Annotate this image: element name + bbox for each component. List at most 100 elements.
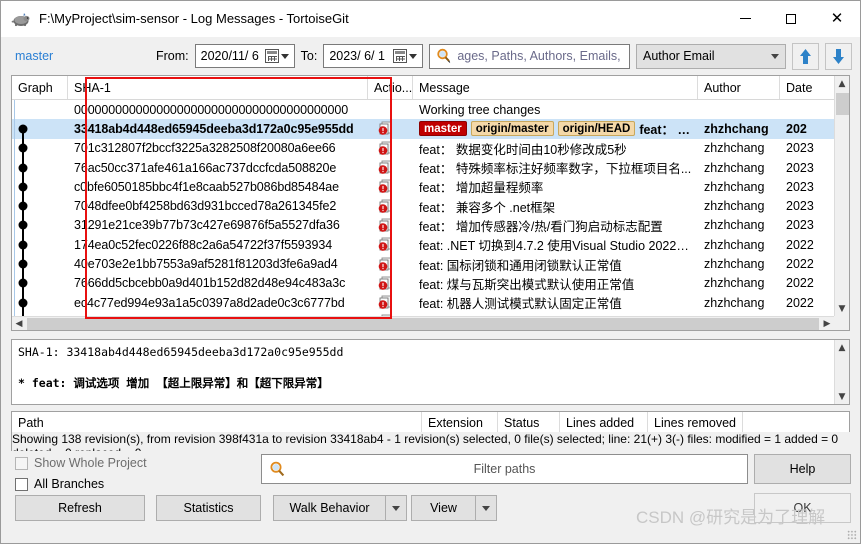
filter-paths-input[interactable]: Filter paths (261, 454, 748, 484)
cell-message: feat： 增加超量程频率 (413, 177, 698, 196)
scroll-down-button[interactable] (825, 42, 852, 70)
chevron-down-icon[interactable] (280, 53, 289, 59)
cell-message: feat: 机器人测试模式默认固定正常值 (413, 293, 698, 312)
cell-message: Working tree changes (413, 103, 698, 117)
search-input[interactable]: ages, Paths, Authors, Emails, (429, 43, 630, 69)
cell-message: feat： 兼容多个 .net框架 (413, 197, 698, 216)
modified-file-icon (378, 199, 392, 213)
all-branches-checkbox[interactable]: All Branches (15, 477, 104, 491)
graph-guide-line (14, 157, 15, 178)
scroll-right-arrow-icon[interactable]: ▶ (820, 317, 834, 331)
commit-detail-pane[interactable]: SHA-1: 33418ab4d448ed65945deeba3d172a0c9… (11, 339, 850, 405)
table-row[interactable]: 174ea0c52fec0226f88c2a6a54722f37f5593934… (12, 235, 849, 255)
commit-graph-cell (12, 292, 68, 313)
table-row[interactable]: 31291e21ce39b77b73c427e69876f5a5527dfa36… (12, 215, 849, 236)
commit-list-hscrollbar[interactable]: ◀ ▶ (12, 316, 834, 330)
minimize-button[interactable] (722, 1, 768, 37)
search-icon (436, 48, 452, 64)
commit-rows[interactable]: 0000000000000000000000000000000000000000… (12, 100, 849, 330)
graph-commit-node (18, 220, 28, 230)
modified-file-icon (378, 160, 392, 174)
close-button[interactable]: ✕ (814, 1, 860, 37)
commit-list-vscrollbar[interactable]: ▲ ▼ (834, 76, 849, 316)
cell-date: 2022 (786, 295, 814, 310)
from-date-value: 2020/11/ 6 (200, 49, 259, 63)
view-dropdown[interactable] (475, 495, 497, 521)
column-header-actions[interactable]: Actio... (368, 76, 413, 99)
column-header-author[interactable]: Author (698, 76, 780, 99)
table-row[interactable]: 7048dfee0bf4258bd63d931bcced78a261345fe2… (12, 196, 849, 216)
commit-message-text: feat： 增加超量程频率 (419, 181, 544, 196)
table-row[interactable]: 33418ab4d448ed65945deeba3d172a0c95e955dd… (12, 119, 849, 139)
cell-sha1: 33418ab4d448ed65945deeba3d172a0c95e955dd (74, 121, 354, 136)
refresh-button[interactable]: Refresh (15, 495, 145, 521)
column-header-graph[interactable]: Graph (12, 76, 68, 99)
detail-message-line: * feat: 调试选项 增加 【超上限异常】和【超下限异常】 (18, 376, 329, 390)
cell-author: zhzhchang (704, 199, 765, 214)
table-row[interactable]: ec4c77ed994e93a1a5c0397a8d2ade0c3c6777bd… (12, 292, 849, 313)
table-row[interactable]: 7666dd5cbcebb0a9d401b152d82d48e94c483a3c… (12, 273, 849, 293)
maximize-button[interactable] (768, 1, 814, 37)
commit-graph-cell (12, 100, 68, 120)
vscroll-thumb[interactable] (835, 93, 849, 115)
scroll-up-button[interactable] (792, 42, 819, 70)
cell-author: zhzhchang (704, 218, 765, 233)
column-header-lines-added[interactable]: Lines added (560, 412, 648, 434)
scroll-down-arrow-icon[interactable]: ▼ (835, 301, 850, 316)
column-header-lines-removed[interactable]: Lines removed (648, 412, 743, 434)
graph-commit-node (18, 163, 28, 173)
scroll-up-arrow-icon[interactable]: ▲ (835, 340, 850, 355)
table-row[interactable]: 701c312807f2bccf3225a3282508f20080a6ee66… (12, 138, 849, 158)
cell-message: feat: .NET 切换到4.7.2 使用Visual Studio 2022… (413, 235, 698, 254)
table-row[interactable]: 76ac50cc371afe461a166ac737dccfcda508820e… (12, 157, 849, 178)
to-date-input[interactable]: 2023/ 6/ 1 (323, 44, 424, 68)
scroll-down-arrow-icon[interactable]: ▼ (835, 389, 850, 404)
scroll-left-arrow-icon[interactable]: ◀ (12, 317, 26, 331)
hscroll-thumb[interactable] (27, 317, 819, 330)
commit-message-text: feat： 调... (639, 123, 698, 138)
statistics-button[interactable]: Statistics (156, 495, 261, 521)
graph-guide-line (14, 196, 15, 216)
view-button[interactable]: View (411, 495, 497, 521)
all-branches-label: All Branches (34, 477, 105, 491)
cell-sha1: 7048dfee0bf4258bd63d931bcced78a261345fe2 (74, 199, 337, 214)
commit-graph-cell (12, 177, 68, 197)
ref-tag-remote[interactable]: origin/HEAD (557, 121, 636, 137)
search-icon (269, 461, 286, 478)
table-row[interactable]: c0bfe6050185bbc4f1e8caab527b086bd85484ae… (12, 177, 849, 197)
column-header-date[interactable]: Date (780, 76, 820, 99)
column-header-message[interactable]: Message (413, 76, 698, 99)
checkbox-box (15, 477, 28, 491)
filter-mode-value: Author Email (643, 49, 715, 63)
table-row[interactable]: 40e703e2e1bb7553a9af5281f81203d3fe6a9ad4… (12, 254, 849, 274)
walk-behavior-dropdown[interactable] (385, 495, 407, 521)
from-date-input[interactable]: 2020/11/ 6 (194, 44, 295, 68)
graph-commit-node (18, 259, 28, 269)
cell-date: 2022 (786, 276, 814, 291)
filter-mode-select[interactable]: Author Email (636, 43, 786, 69)
column-header-sha1[interactable]: SHA-1 (68, 76, 368, 99)
ref-tag-head[interactable]: master (419, 121, 467, 137)
table-row[interactable]: 0000000000000000000000000000000000000000… (12, 100, 849, 120)
cell-message: feat： 数据变化时间由10秒修改成5秒 (413, 139, 698, 158)
cell-action (368, 218, 413, 233)
title-bar: F:\MyProject\sim-sensor - Log Messages -… (1, 1, 860, 37)
cell-author: zhzhchang (704, 160, 765, 175)
commit-message-text: feat: 机器人测试模式默认固定正常值 (419, 297, 622, 312)
scroll-up-arrow-icon[interactable]: ▲ (835, 76, 850, 91)
chevron-down-icon[interactable] (409, 53, 418, 59)
resize-grip[interactable] (847, 530, 857, 540)
detail-vscrollbar[interactable]: ▲ ▼ (834, 340, 849, 404)
commit-list[interactable]: Graph SHA-1 Actio... Message Author Date… (11, 75, 850, 331)
current-branch-label[interactable]: master (15, 49, 150, 63)
ref-tag-remote[interactable]: origin/master (470, 121, 554, 137)
column-header-status[interactable]: Status (498, 412, 560, 434)
column-header-path[interactable]: Path (12, 412, 422, 434)
up-arrow-icon (800, 48, 811, 64)
column-header-extension[interactable]: Extension (422, 412, 498, 434)
help-button[interactable]: Help (754, 454, 851, 484)
show-whole-project-checkbox[interactable]: Show Whole Project (15, 456, 147, 470)
walk-behavior-button[interactable]: Walk Behavior (273, 495, 407, 521)
cell-message: feat： 增加传感器冷/热/看门狗启动标志配置 (413, 216, 698, 235)
commit-detail-text: SHA-1: 33418ab4d448ed65945deeba3d172a0c9… (12, 340, 834, 404)
